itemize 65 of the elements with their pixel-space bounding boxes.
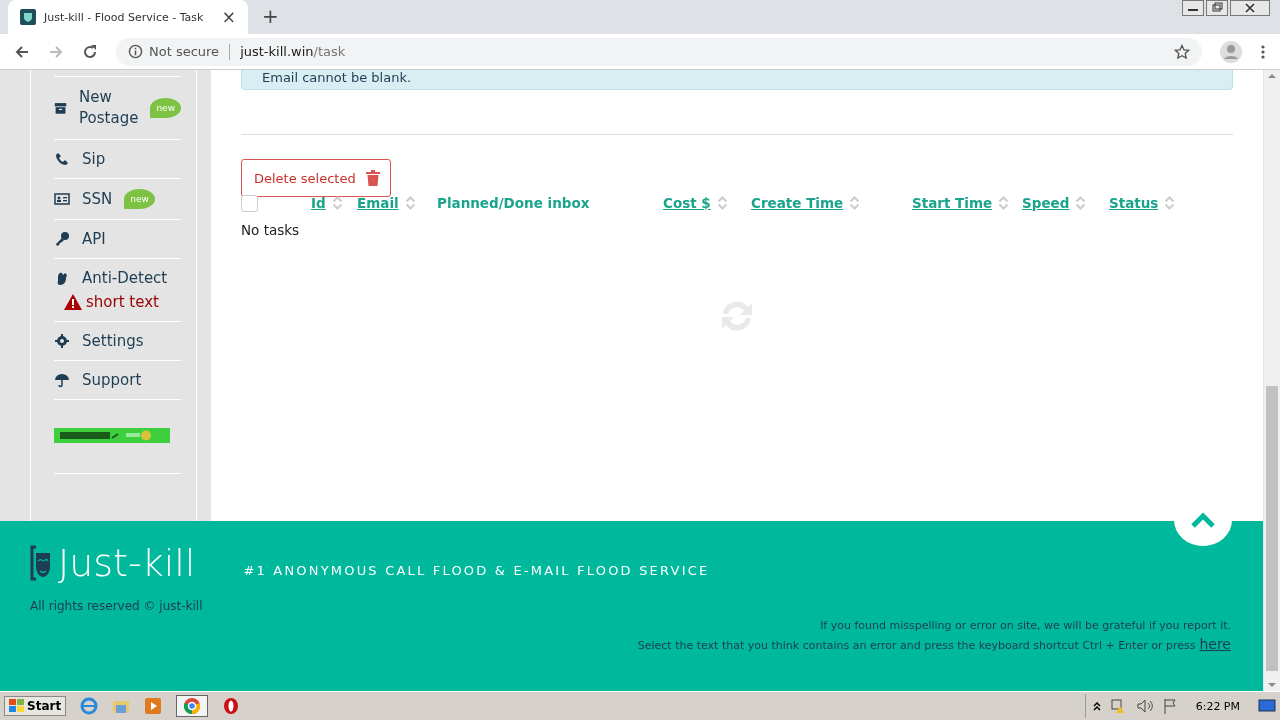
opera-icon[interactable] [222, 697, 241, 716]
chrome-icon [183, 697, 202, 716]
column-header: Planned/Done inbox [437, 195, 590, 212]
id-card-icon [54, 191, 70, 208]
shield-icon [20, 9, 36, 25]
report-text: If you found misspelling or error on site, we will be grateful if you report it. [820, 619, 1231, 633]
address-field[interactable]: Not secure just-kill.win/task [116, 37, 1202, 66]
sort-icon[interactable] [998, 195, 1010, 212]
windows-icon [9, 699, 25, 714]
sidebar-item[interactable]: New Postage new [54, 77, 181, 141]
sidebar-item[interactable]: SSN new [54, 179, 181, 221]
sidebar-item[interactable]: Support [54, 361, 181, 401]
gear-icon [54, 333, 70, 350]
new-tab-button[interactable]: + [258, 4, 283, 28]
sort-icon[interactable] [1075, 195, 1087, 212]
tagline: #1 ANONYMOUS CALL FLOOD & E-MAIL FLOOD SERVICE [243, 562, 710, 578]
key-icon [54, 231, 70, 248]
warning-icon [64, 294, 82, 311]
clock: 6:22 PM [1195, 699, 1240, 713]
alert-text: Email cannot be blank. [262, 70, 412, 86]
sidebar-item[interactable]: Anti-Detect short text [54, 259, 181, 323]
report-text: Select the text that you think contains an error and press the keyboard shortcut Ctrl + Enter or press [637, 639, 1196, 653]
flag-icon[interactable] [1161, 698, 1178, 715]
chevron-up-icon[interactable] [1091, 700, 1102, 713]
browser-icon[interactable] [80, 697, 99, 716]
start-button[interactable]: Start [4, 696, 67, 717]
phone-icon [54, 151, 70, 168]
tab-title: Just-kill - Flood Service - Task [44, 10, 205, 24]
delete-button[interactable]: Delete selected [241, 159, 391, 198]
warning-text: short text [86, 293, 159, 312]
media-player-icon[interactable] [144, 697, 163, 716]
close-icon[interactable] [1230, 0, 1270, 16]
browser-tab[interactable]: Just-kill - Flood Service - Task × [8, 0, 248, 34]
report-link[interactable]: here [1199, 636, 1231, 653]
new-badge: new [124, 189, 155, 210]
new-badge: new [150, 98, 181, 119]
sidebar-item[interactable]: Sip [54, 140, 181, 180]
sort-icon[interactable] [1164, 195, 1176, 212]
star-icon[interactable] [1174, 43, 1190, 60]
umbrella-icon [54, 372, 70, 389]
sort-icon[interactable] [404, 195, 416, 212]
sort-icon[interactable] [716, 195, 728, 212]
minimize-icon[interactable] [1182, 0, 1204, 16]
chevron-up-icon [1190, 512, 1216, 529]
info-icon [128, 44, 143, 60]
empty-message: No tasks [241, 222, 301, 239]
sidebar-item[interactable]: Settings [54, 322, 181, 362]
sidebar-item[interactable]: API [54, 220, 181, 260]
back-icon[interactable] [14, 43, 30, 60]
menu-icon[interactable] [1260, 43, 1266, 60]
avatar-icon[interactable] [1220, 40, 1242, 63]
reload-icon[interactable] [82, 43, 98, 60]
taskbar-app-button[interactable] [176, 695, 209, 718]
copyright-text: All rights reserved © just-kill [30, 599, 204, 614]
scroll-thumb[interactable] [1266, 386, 1278, 672]
speaker-icon[interactable] [1135, 698, 1154, 715]
forward-icon[interactable] [48, 43, 64, 60]
scrollbar[interactable] [1263, 70, 1280, 692]
sort-icon[interactable] [849, 195, 861, 212]
sort-icon[interactable] [331, 195, 343, 212]
close-tab-button[interactable]: × [217, 7, 240, 27]
trash-icon [365, 170, 380, 187]
restore-icon[interactable] [1206, 0, 1228, 16]
archive-icon [54, 100, 68, 117]
desktop-icon[interactable] [1258, 698, 1276, 715]
